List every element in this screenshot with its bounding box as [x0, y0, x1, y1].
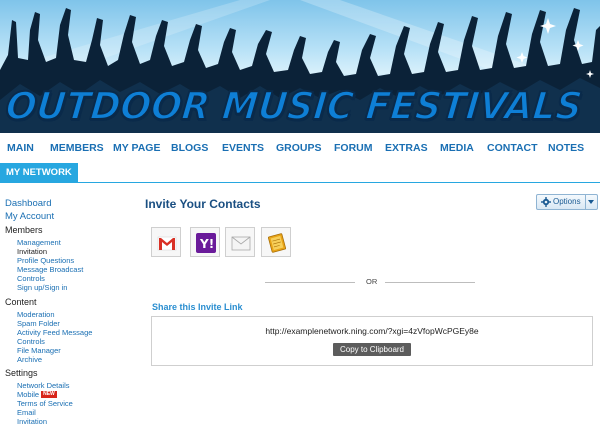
gmail-icon — [157, 236, 177, 251]
sidebar-item-message-broadcast[interactable]: Message Broadcast — [17, 265, 83, 274]
sidebar-item-moderation[interactable]: Moderation — [17, 310, 55, 319]
sidebar-item-archive[interactable]: Archive — [17, 355, 42, 364]
divider-left — [265, 282, 355, 283]
copy-to-clipboard-button[interactable]: Copy to Clipboard — [333, 343, 411, 356]
options-label: Options — [553, 197, 581, 206]
nav-forum[interactable]: FORUM — [334, 142, 373, 154]
nav-events[interactable]: EVENTS — [222, 142, 264, 154]
sidebar-item-activity-feed-message[interactable]: Activity Feed Message — [17, 328, 92, 337]
tab-underline — [0, 182, 600, 183]
gmail-import-button[interactable] — [151, 227, 181, 257]
email-import-button[interactable] — [225, 227, 255, 257]
address-book-icon — [267, 233, 287, 253]
sidebar-item-mobile[interactable]: Mobile NEW — [17, 390, 57, 399]
tab-my-network[interactable]: MY NETWORK — [0, 163, 78, 182]
chevron-down-icon[interactable] — [588, 200, 594, 204]
options-button[interactable]: Options — [536, 194, 598, 210]
sidebar-section-content: Content — [5, 297, 37, 307]
svg-text:Y!: Y! — [199, 237, 214, 251]
gear-icon — [541, 197, 551, 207]
sidebar-my-account[interactable]: My Account — [5, 211, 54, 222]
options-separator — [585, 195, 586, 209]
nav-contact[interactable]: CONTACT — [487, 142, 538, 154]
or-separator: OR — [366, 277, 378, 286]
page: OUTDOOR MUSIC FESTIVALS MAIN MEMBERS MY … — [0, 0, 600, 426]
sidebar-item-network-details[interactable]: Network Details — [17, 381, 70, 390]
divider-right — [385, 282, 475, 283]
nav-extras[interactable]: EXTRAS — [385, 142, 428, 154]
sidebar-item-terms-of-service[interactable]: Terms of Service — [17, 399, 73, 408]
address-book-import-button[interactable] — [261, 227, 291, 257]
site-banner: OUTDOOR MUSIC FESTIVALS — [0, 0, 600, 133]
sidebar-item-mobile-label: Mobile — [17, 390, 40, 399]
yahoo-icon: Y! — [196, 233, 216, 253]
page-title: Invite Your Contacts — [145, 197, 261, 211]
nav-notes[interactable]: NOTES — [548, 142, 584, 154]
sidebar-item-settings-invitation[interactable]: Invitation — [17, 417, 47, 426]
yahoo-import-button[interactable]: Y! — [190, 227, 220, 257]
sidebar-item-invitation[interactable]: Invitation — [17, 247, 47, 256]
sidebar-section-members: Members — [5, 225, 43, 235]
email-icon — [231, 236, 251, 251]
nav-members[interactable]: MEMBERS — [50, 142, 104, 154]
nav-my-page[interactable]: MY PAGE — [113, 142, 160, 154]
nav-groups[interactable]: GROUPS — [276, 142, 322, 154]
sidebar-item-signup-signin[interactable]: Sign up/Sign in — [17, 283, 67, 292]
sidebar-item-spam-folder[interactable]: Spam Folder — [17, 319, 60, 328]
nav-main[interactable]: MAIN — [7, 142, 34, 154]
share-link-box: http://examplenetwork.ning.com/?xgi=4zVf… — [151, 316, 593, 366]
sidebar-item-email[interactable]: Email — [17, 408, 36, 417]
invite-url[interactable]: http://examplenetwork.ning.com/?xgi=4zVf… — [152, 326, 592, 336]
share-link-heading: Share this Invite Link — [152, 302, 243, 312]
sidebar-item-file-manager[interactable]: File Manager — [17, 346, 61, 355]
nav-blogs[interactable]: BLOGS — [171, 142, 208, 154]
sidebar-section-settings: Settings — [5, 368, 38, 378]
sidebar-dashboard[interactable]: Dashboard — [5, 198, 51, 209]
sidebar-item-management[interactable]: Management — [17, 238, 61, 247]
sidebar-item-content-controls[interactable]: Controls — [17, 337, 45, 346]
main-nav: MAIN MEMBERS MY PAGE BLOGS EVENTS GROUPS… — [0, 133, 600, 163]
sidebar-item-profile-questions[interactable]: Profile Questions — [17, 256, 74, 265]
sidebar-item-controls[interactable]: Controls — [17, 274, 45, 283]
nav-media[interactable]: MEDIA — [440, 142, 474, 154]
site-title[interactable]: OUTDOOR MUSIC FESTIVALS — [3, 83, 585, 129]
new-badge: NEW — [41, 391, 57, 398]
